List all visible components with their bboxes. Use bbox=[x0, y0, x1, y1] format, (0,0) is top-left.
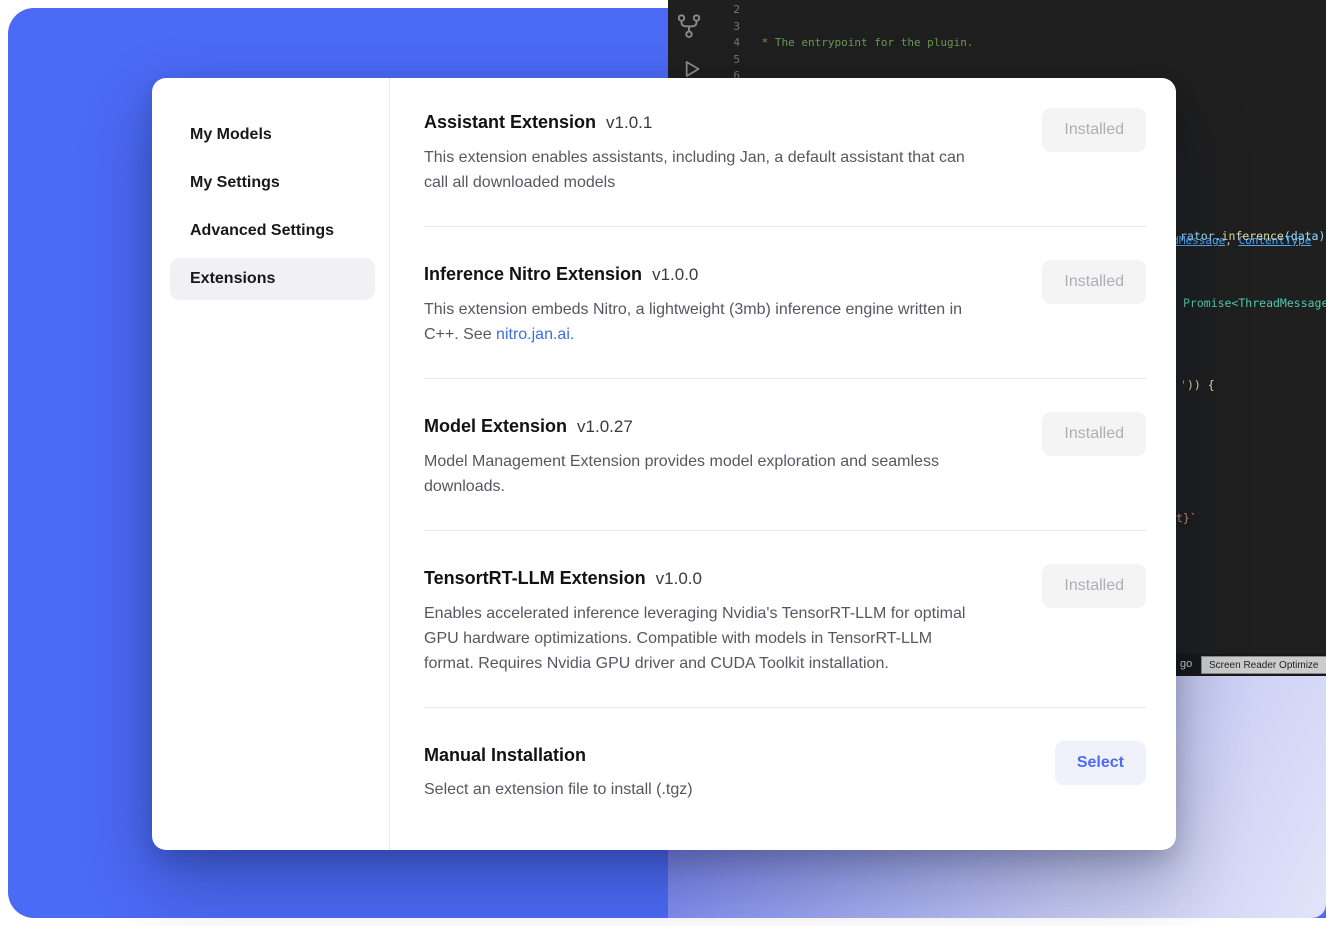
extension-title: TensortRT-LLM Extension v1.0.0 bbox=[424, 564, 979, 593]
editor-gutter: 2 3 4 5 6 bbox=[714, 2, 740, 85]
divider bbox=[424, 707, 1146, 708]
extension-version: v1.0.0 bbox=[652, 265, 698, 284]
installed-button[interactable]: Installed bbox=[1042, 564, 1146, 608]
extension-title: Manual Installation bbox=[424, 741, 693, 769]
installed-button[interactable]: Installed bbox=[1042, 108, 1146, 152]
frag-token: rator. bbox=[1180, 229, 1222, 243]
extension-name: Model Extension bbox=[424, 416, 567, 436]
line-number: 5 bbox=[714, 52, 740, 69]
divider bbox=[424, 378, 1146, 379]
sidebar-item-my-settings[interactable]: My Settings bbox=[170, 162, 375, 204]
extension-row: TensortRT-LLM Extension v1.0.0 Enables ac… bbox=[424, 564, 1146, 676]
extension-description: Model Management Extension provides mode… bbox=[424, 449, 979, 499]
sidebar-item-advanced-settings[interactable]: Advanced Settings bbox=[170, 210, 375, 252]
extensions-list: Assistant Extension v1.0.1 This extension… bbox=[390, 78, 1176, 850]
settings-sidebar: My Models My Settings Advanced Settings … bbox=[152, 78, 390, 850]
extension-info: Manual Installation Select an extension … bbox=[424, 741, 693, 802]
frag-token: )) { bbox=[1187, 378, 1215, 392]
code-line: * The entrypoint for the plugin. bbox=[755, 35, 1311, 52]
divider bbox=[424, 226, 1146, 227]
divider bbox=[424, 530, 1146, 531]
code-fragment: ')) { bbox=[1180, 378, 1215, 392]
code-fragment: t}` bbox=[1176, 511, 1197, 525]
manual-installation-row: Manual Installation Select an extension … bbox=[424, 741, 1146, 802]
extension-name: Assistant Extension bbox=[424, 112, 596, 132]
installed-button[interactable]: Installed bbox=[1042, 412, 1146, 456]
extension-row: Assistant Extension v1.0.1 This extension… bbox=[424, 108, 1146, 195]
screen-reader-chip: Screen Reader Optimize bbox=[1201, 656, 1326, 674]
extension-row: Model Extension v1.0.27 Model Management … bbox=[424, 412, 1146, 499]
code-fragment: Promise<ThreadMessage> bbox=[1183, 296, 1326, 310]
extension-title: Assistant Extension v1.0.1 bbox=[424, 108, 979, 137]
extension-name: Inference Nitro Extension bbox=[424, 264, 642, 284]
source-control-icon bbox=[674, 10, 704, 42]
select-button[interactable]: Select bbox=[1055, 741, 1146, 785]
extension-version: v1.0.0 bbox=[656, 569, 702, 588]
extension-description: Select an extension file to install (.tg… bbox=[424, 777, 693, 802]
frag-token: ' bbox=[1180, 378, 1187, 392]
page: 2 3 4 5 6 * The entrypoint for the plugi… bbox=[0, 0, 1326, 926]
frag-token: (data)); bbox=[1284, 229, 1326, 243]
code-fragment: rator.inference(data)); bbox=[1180, 229, 1326, 243]
sidebar-item-my-models[interactable]: My Models bbox=[170, 114, 375, 156]
extension-name: TensortRT-LLM Extension bbox=[424, 568, 646, 588]
installed-button[interactable]: Installed bbox=[1042, 260, 1146, 304]
sidebar-item-extensions[interactable]: Extensions bbox=[170, 258, 375, 300]
extension-description: This extension enables assistants, inclu… bbox=[424, 145, 979, 195]
frag-token: inference bbox=[1222, 229, 1284, 243]
extension-info: Assistant Extension v1.0.1 This extension… bbox=[424, 108, 979, 195]
nitro-link[interactable]: nitro.jan.ai. bbox=[496, 326, 574, 343]
line-number: 3 bbox=[714, 19, 740, 36]
extension-name: Manual Installation bbox=[424, 745, 586, 765]
line-number: 2 bbox=[714, 2, 740, 19]
extension-title: Inference Nitro Extension v1.0.0 bbox=[424, 260, 979, 289]
extension-version: v1.0.1 bbox=[606, 113, 652, 132]
extension-info: TensortRT-LLM Extension v1.0.0 Enables ac… bbox=[424, 564, 979, 676]
extension-row: Inference Nitro Extension v1.0.0 This ext… bbox=[424, 260, 1146, 347]
extension-description: This extension embeds Nitro, a lightweig… bbox=[424, 297, 979, 347]
extension-description: Enables accelerated inference leveraging… bbox=[424, 601, 979, 676]
extension-version: v1.0.27 bbox=[577, 417, 633, 436]
extension-info: Model Extension v1.0.27 Model Management … bbox=[424, 412, 979, 499]
extension-info: Inference Nitro Extension v1.0.0 This ext… bbox=[424, 260, 979, 347]
settings-card: My Models My Settings Advanced Settings … bbox=[152, 78, 1176, 850]
line-number: 4 bbox=[714, 35, 740, 52]
extension-title: Model Extension v1.0.27 bbox=[424, 412, 979, 441]
status-bar-text: go bbox=[1180, 658, 1192, 670]
